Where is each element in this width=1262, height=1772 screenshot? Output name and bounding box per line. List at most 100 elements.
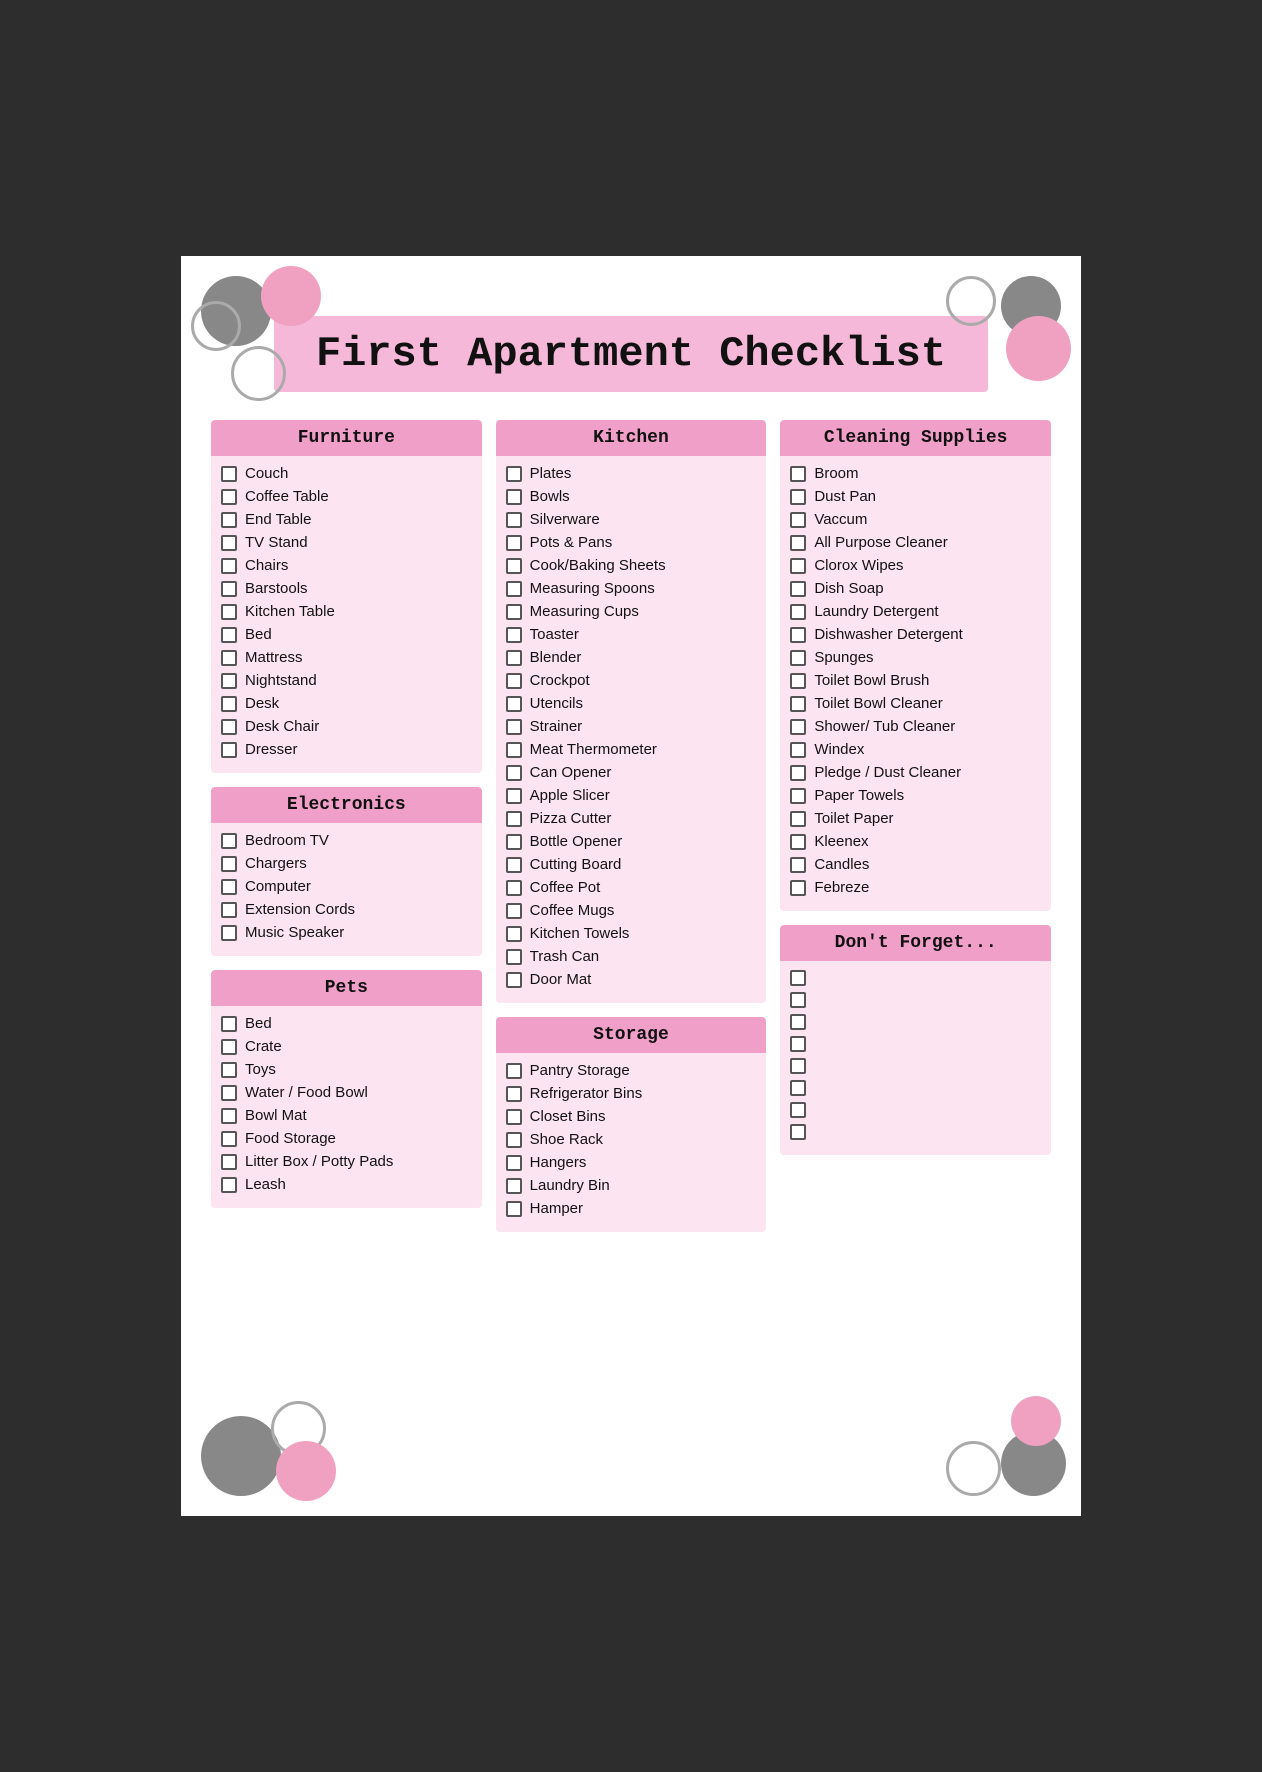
item-label: Clorox Wipes: [814, 557, 903, 574]
checkbox[interactable]: [506, 489, 522, 505]
checkbox[interactable]: [506, 466, 522, 482]
checkbox[interactable]: [790, 788, 806, 804]
checkbox[interactable]: [506, 581, 522, 597]
checkbox[interactable]: [506, 880, 522, 896]
checkbox[interactable]: [790, 604, 806, 620]
item-label: Chairs: [245, 557, 288, 574]
checkbox[interactable]: [221, 925, 237, 941]
checkbox[interactable]: [506, 719, 522, 735]
checkbox[interactable]: [221, 1108, 237, 1124]
checkbox[interactable]: [506, 834, 522, 850]
checkbox[interactable]: [221, 719, 237, 735]
checkbox[interactable]: [790, 627, 806, 643]
checkbox[interactable]: [506, 696, 522, 712]
item-label: Toilet Bowl Cleaner: [814, 695, 942, 712]
checkbox[interactable]: [221, 856, 237, 872]
checkbox[interactable]: [221, 1016, 237, 1032]
checkbox[interactable]: [506, 1132, 522, 1148]
checkbox[interactable]: [790, 1036, 806, 1052]
list-item: Bed: [221, 1012, 472, 1035]
list-item: Meat Thermometer: [506, 738, 757, 761]
checkbox[interactable]: [221, 581, 237, 597]
checkbox[interactable]: [506, 604, 522, 620]
checkbox[interactable]: [790, 1058, 806, 1074]
checkbox[interactable]: [790, 581, 806, 597]
checkbox[interactable]: [506, 972, 522, 988]
checkbox[interactable]: [790, 811, 806, 827]
checkbox[interactable]: [221, 558, 237, 574]
list-item: Strainer: [506, 715, 757, 738]
checkbox[interactable]: [790, 1124, 806, 1140]
checkbox[interactable]: [790, 1080, 806, 1096]
checkbox[interactable]: [221, 673, 237, 689]
checkbox[interactable]: [506, 1063, 522, 1079]
checkbox[interactable]: [506, 949, 522, 965]
checkbox[interactable]: [790, 650, 806, 666]
checkbox[interactable]: [790, 834, 806, 850]
checkbox[interactable]: [790, 992, 806, 1008]
checkbox[interactable]: [506, 1155, 522, 1171]
checkbox[interactable]: [506, 926, 522, 942]
list-item: [790, 1099, 1041, 1121]
checkbox[interactable]: [506, 1201, 522, 1217]
checkbox[interactable]: [221, 1131, 237, 1147]
furniture-header: Furniture: [211, 420, 482, 456]
dont-forget-section: Don't Forget...: [780, 925, 1051, 1155]
checkbox[interactable]: [790, 535, 806, 551]
checkbox[interactable]: [221, 1085, 237, 1101]
checkbox[interactable]: [221, 466, 237, 482]
checkbox[interactable]: [221, 1062, 237, 1078]
checkbox[interactable]: [790, 558, 806, 574]
list-item: Desk: [221, 692, 472, 715]
checkbox[interactable]: [221, 650, 237, 666]
checkbox[interactable]: [506, 1086, 522, 1102]
checkbox[interactable]: [221, 1154, 237, 1170]
checkbox[interactable]: [506, 788, 522, 804]
checkbox[interactable]: [221, 879, 237, 895]
checkbox[interactable]: [221, 1039, 237, 1055]
checkbox[interactable]: [221, 1177, 237, 1193]
checkbox[interactable]: [506, 742, 522, 758]
checkbox[interactable]: [790, 857, 806, 873]
checkbox[interactable]: [790, 466, 806, 482]
checkbox[interactable]: [506, 811, 522, 827]
checkbox[interactable]: [506, 512, 522, 528]
checkbox[interactable]: [221, 627, 237, 643]
checkbox[interactable]: [790, 1014, 806, 1030]
list-item: Pizza Cutter: [506, 807, 757, 830]
list-item: Hangers: [506, 1151, 757, 1174]
checkbox[interactable]: [221, 902, 237, 918]
checkbox[interactable]: [790, 719, 806, 735]
checkbox[interactable]: [221, 833, 237, 849]
checkbox[interactable]: [790, 512, 806, 528]
checkbox[interactable]: [506, 535, 522, 551]
checkbox[interactable]: [506, 558, 522, 574]
checkbox[interactable]: [506, 857, 522, 873]
checkbox[interactable]: [506, 627, 522, 643]
checkbox[interactable]: [221, 604, 237, 620]
checkbox[interactable]: [790, 970, 806, 986]
list-item: Coffee Table: [221, 485, 472, 508]
checkbox[interactable]: [506, 1109, 522, 1125]
checkbox[interactable]: [790, 696, 806, 712]
checkbox[interactable]: [790, 742, 806, 758]
checkbox[interactable]: [790, 1102, 806, 1118]
checkbox[interactable]: [506, 650, 522, 666]
checkbox[interactable]: [790, 765, 806, 781]
main-columns: Furniture CouchCoffee TableEnd TableTV S…: [211, 420, 1051, 1232]
item-label: Vaccum: [814, 511, 867, 528]
list-item: Bed: [221, 623, 472, 646]
checkbox[interactable]: [221, 512, 237, 528]
checkbox[interactable]: [506, 903, 522, 919]
checkbox[interactable]: [221, 489, 237, 505]
checkbox[interactable]: [790, 489, 806, 505]
checkbox[interactable]: [506, 1178, 522, 1194]
checkbox[interactable]: [221, 696, 237, 712]
list-item: Door Mat: [506, 968, 757, 991]
checkbox[interactable]: [790, 673, 806, 689]
checkbox[interactable]: [790, 880, 806, 896]
checkbox[interactable]: [506, 765, 522, 781]
checkbox[interactable]: [221, 742, 237, 758]
checkbox[interactable]: [221, 535, 237, 551]
checkbox[interactable]: [506, 673, 522, 689]
